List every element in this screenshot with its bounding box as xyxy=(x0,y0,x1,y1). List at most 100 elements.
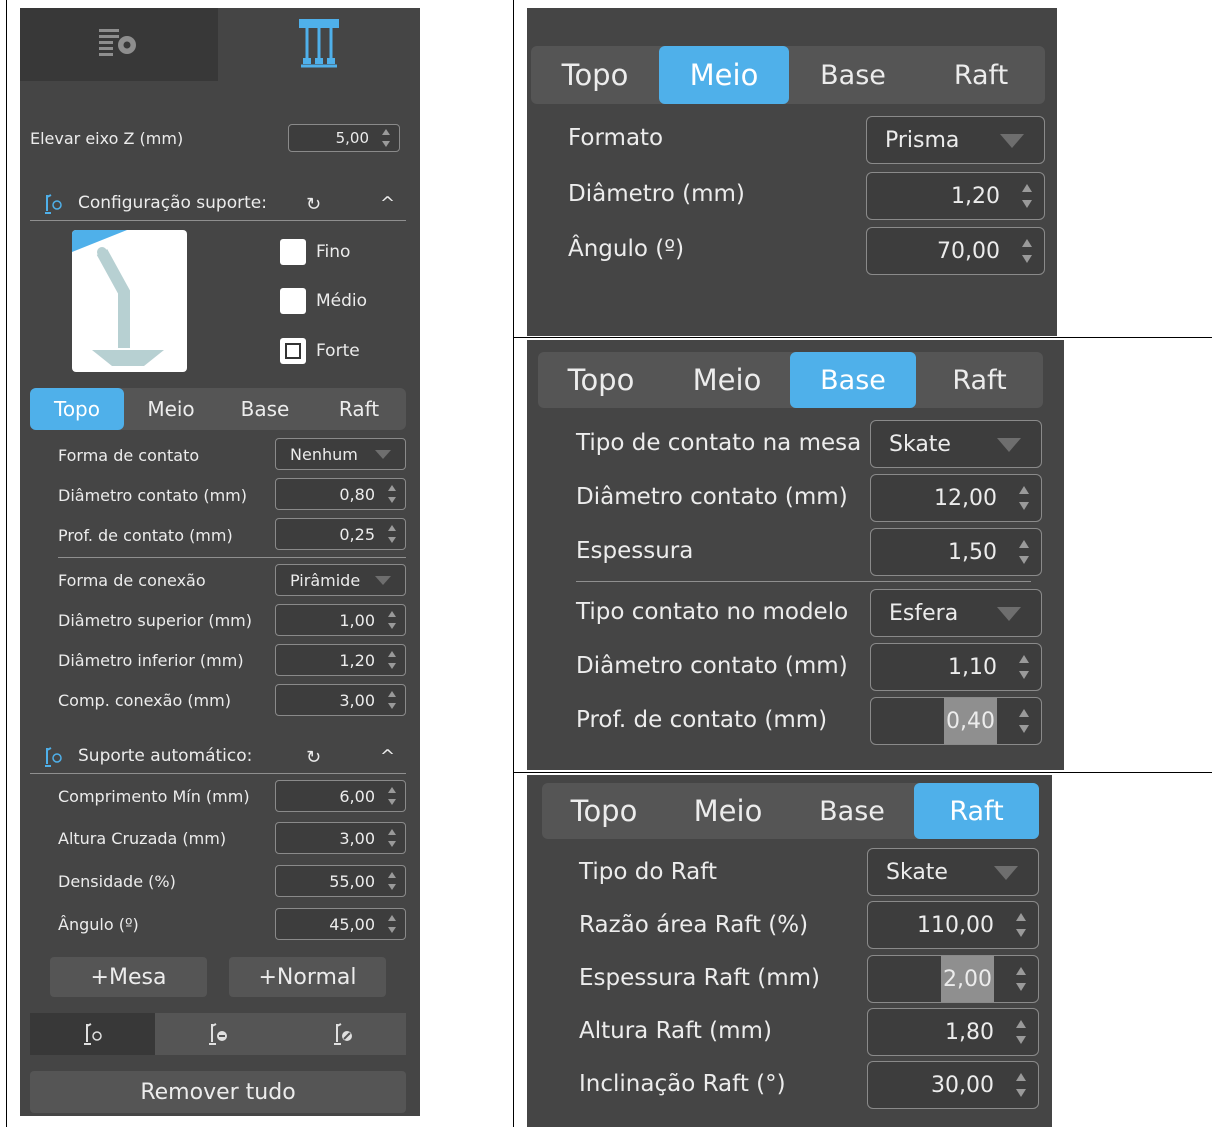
model-contact-type-select[interactable]: Esfera xyxy=(870,589,1042,637)
tab-meio[interactable]: Meio xyxy=(124,388,218,430)
spin-arrows-icon[interactable] xyxy=(1016,1020,1026,1044)
contact-diameter-spinbox[interactable]: 12,00 xyxy=(870,474,1042,522)
diameter-spinbox[interactable]: 1,20 xyxy=(866,172,1045,220)
tab-meio[interactable]: Meio xyxy=(659,46,789,104)
tab-raft[interactable]: Raft xyxy=(917,46,1045,104)
field-label: Ângulo (º) xyxy=(568,236,685,262)
field-label: Densidade (%) xyxy=(58,872,176,891)
support-remove-icon[interactable] xyxy=(155,1013,281,1055)
field-label: Diâmetro inferior (mm) xyxy=(58,651,244,670)
spin-arrows-icon[interactable] xyxy=(387,787,397,805)
chevron-up-icon[interactable]: ^ xyxy=(380,193,395,214)
density-spinbox[interactable]: 55,00 xyxy=(275,865,406,897)
add-normal-support-button[interactable]: +Normal xyxy=(229,957,386,997)
spin-arrows-icon[interactable] xyxy=(387,525,397,543)
support-add-icon[interactable] xyxy=(30,1013,156,1055)
contact-depth-spinbox[interactable]: 0,40 xyxy=(870,697,1042,745)
raft-inclination-spinbox[interactable]: 30,00 xyxy=(867,1061,1039,1109)
refresh-icon[interactable]: ↻ xyxy=(306,747,321,768)
spin-arrows-icon[interactable] xyxy=(387,915,397,933)
top-diameter-spinbox[interactable]: 1,00 xyxy=(275,604,406,636)
contact-depth-spinbox[interactable]: 0,25 xyxy=(275,518,406,550)
field-label: Inclinação Raft (°) xyxy=(579,1071,786,1097)
elevate-z-spinbox[interactable]: 5,00 xyxy=(288,124,400,152)
left-section-tabs: Topo Meio Base Raft xyxy=(30,388,406,430)
spin-arrows-icon[interactable] xyxy=(1019,655,1029,679)
spin-arrows-icon[interactable] xyxy=(1022,184,1032,208)
tab-settings[interactable] xyxy=(20,8,218,81)
field-label: Altura Raft (mm) xyxy=(579,1018,772,1044)
raft-settings-panel: Topo Meio Base Raft Tipo do Raft Skate R… xyxy=(527,775,1052,1127)
spin-arrows-icon[interactable] xyxy=(1022,239,1032,263)
spin-arrows-icon[interactable] xyxy=(387,691,397,709)
field-label: Formato xyxy=(568,125,664,151)
angle-spinbox[interactable]: 45,00 xyxy=(275,908,406,940)
base-settings-panel: Topo Meio Base Raft Tipo de contato na m… xyxy=(527,340,1064,770)
spin-arrows-icon[interactable] xyxy=(1019,540,1029,564)
spin-arrows-icon[interactable] xyxy=(387,485,397,503)
chevron-down-icon xyxy=(1000,134,1024,148)
tab-base[interactable]: Base xyxy=(789,46,917,104)
connection-shape-select[interactable]: Pirâmide xyxy=(275,564,406,596)
tab-meio[interactable]: Meio xyxy=(666,783,790,839)
checkbox-medio[interactable]: Médio xyxy=(280,288,367,314)
meio-section-tabs: Topo Meio Base Raft xyxy=(531,46,1045,104)
tab-topo[interactable]: Topo xyxy=(531,46,659,104)
tab-raft[interactable]: Raft xyxy=(914,783,1039,839)
spin-arrows-icon[interactable] xyxy=(1016,1073,1026,1097)
chevron-down-icon xyxy=(994,866,1018,880)
raft-thickness-spinbox[interactable]: 2,00 xyxy=(867,955,1039,1003)
table-contact-type-select[interactable]: Skate xyxy=(870,420,1042,468)
contact-diameter-spinbox[interactable]: 0,80 xyxy=(275,478,406,510)
chevron-down-icon xyxy=(997,438,1021,452)
spin-arrows-icon[interactable] xyxy=(1016,913,1026,937)
spin-arrows-icon[interactable] xyxy=(387,651,397,669)
field-label: Diâmetro superior (mm) xyxy=(58,611,252,630)
spin-arrows-icon[interactable] xyxy=(387,872,397,890)
remove-all-button[interactable]: Remover tudo xyxy=(30,1071,406,1113)
raft-type-select[interactable]: Skate xyxy=(867,848,1039,896)
add-table-support-button[interactable]: +Mesa xyxy=(50,957,207,997)
thickness-spinbox[interactable]: 1,50 xyxy=(870,528,1042,576)
tab-meio[interactable]: Meio xyxy=(664,352,790,408)
tab-topo[interactable]: Topo xyxy=(538,352,664,408)
spin-arrows-icon[interactable] xyxy=(1019,486,1029,510)
auto-support-header[interactable]: Suporte automático: ↻ ^ xyxy=(30,738,406,774)
tab-base[interactable]: Base xyxy=(790,783,914,839)
checkbox-box[interactable] xyxy=(280,338,306,364)
tab-base[interactable]: Base xyxy=(790,352,916,408)
checkbox-box[interactable] xyxy=(280,239,306,265)
support-config-header[interactable]: Configuração suporte: ↻ ^ xyxy=(30,185,406,221)
spin-arrows-icon[interactable] xyxy=(387,611,397,629)
field-label: Tipo de contato na mesa xyxy=(576,430,862,456)
chevron-up-icon[interactable]: ^ xyxy=(380,746,395,767)
spin-arrows-icon[interactable] xyxy=(1019,709,1029,733)
format-select[interactable]: Prisma xyxy=(866,116,1045,164)
raft-area-ratio-spinbox[interactable]: 110,00 xyxy=(867,901,1039,949)
field-label: Razão área Raft (%) xyxy=(579,912,809,938)
tab-topo[interactable]: Topo xyxy=(30,388,124,430)
support-edit-icon[interactable] xyxy=(280,1013,406,1055)
bottom-diameter-spinbox[interactable]: 1,20 xyxy=(275,644,406,676)
spin-arrows-icon[interactable] xyxy=(1016,967,1026,991)
angle-spinbox[interactable]: 70,00 xyxy=(866,227,1045,275)
contact-shape-select[interactable]: Nenhum xyxy=(275,438,406,470)
checkbox-box[interactable] xyxy=(280,288,306,314)
spin-arrows-icon[interactable] xyxy=(387,829,397,847)
tab-support[interactable] xyxy=(218,8,420,81)
spin-arrows-icon[interactable] xyxy=(381,129,391,147)
tab-raft[interactable]: Raft xyxy=(916,352,1043,408)
tab-topo[interactable]: Topo xyxy=(542,783,666,839)
cross-height-spinbox[interactable]: 3,00 xyxy=(275,822,406,854)
raft-height-spinbox[interactable]: 1,80 xyxy=(867,1008,1039,1056)
refresh-icon[interactable]: ↻ xyxy=(306,194,321,215)
tab-raft[interactable]: Raft xyxy=(312,388,406,430)
connection-length-spinbox[interactable]: 3,00 xyxy=(275,684,406,716)
min-length-spinbox[interactable]: 6,00 xyxy=(275,780,406,812)
checkbox-fino[interactable]: Fino xyxy=(280,239,350,265)
model-contact-diameter-spinbox[interactable]: 1,10 xyxy=(870,643,1042,691)
section-divider xyxy=(58,557,406,558)
tab-base[interactable]: Base xyxy=(218,388,312,430)
checkbox-forte[interactable]: Forte xyxy=(280,338,360,364)
support-structure-icon xyxy=(295,16,343,74)
